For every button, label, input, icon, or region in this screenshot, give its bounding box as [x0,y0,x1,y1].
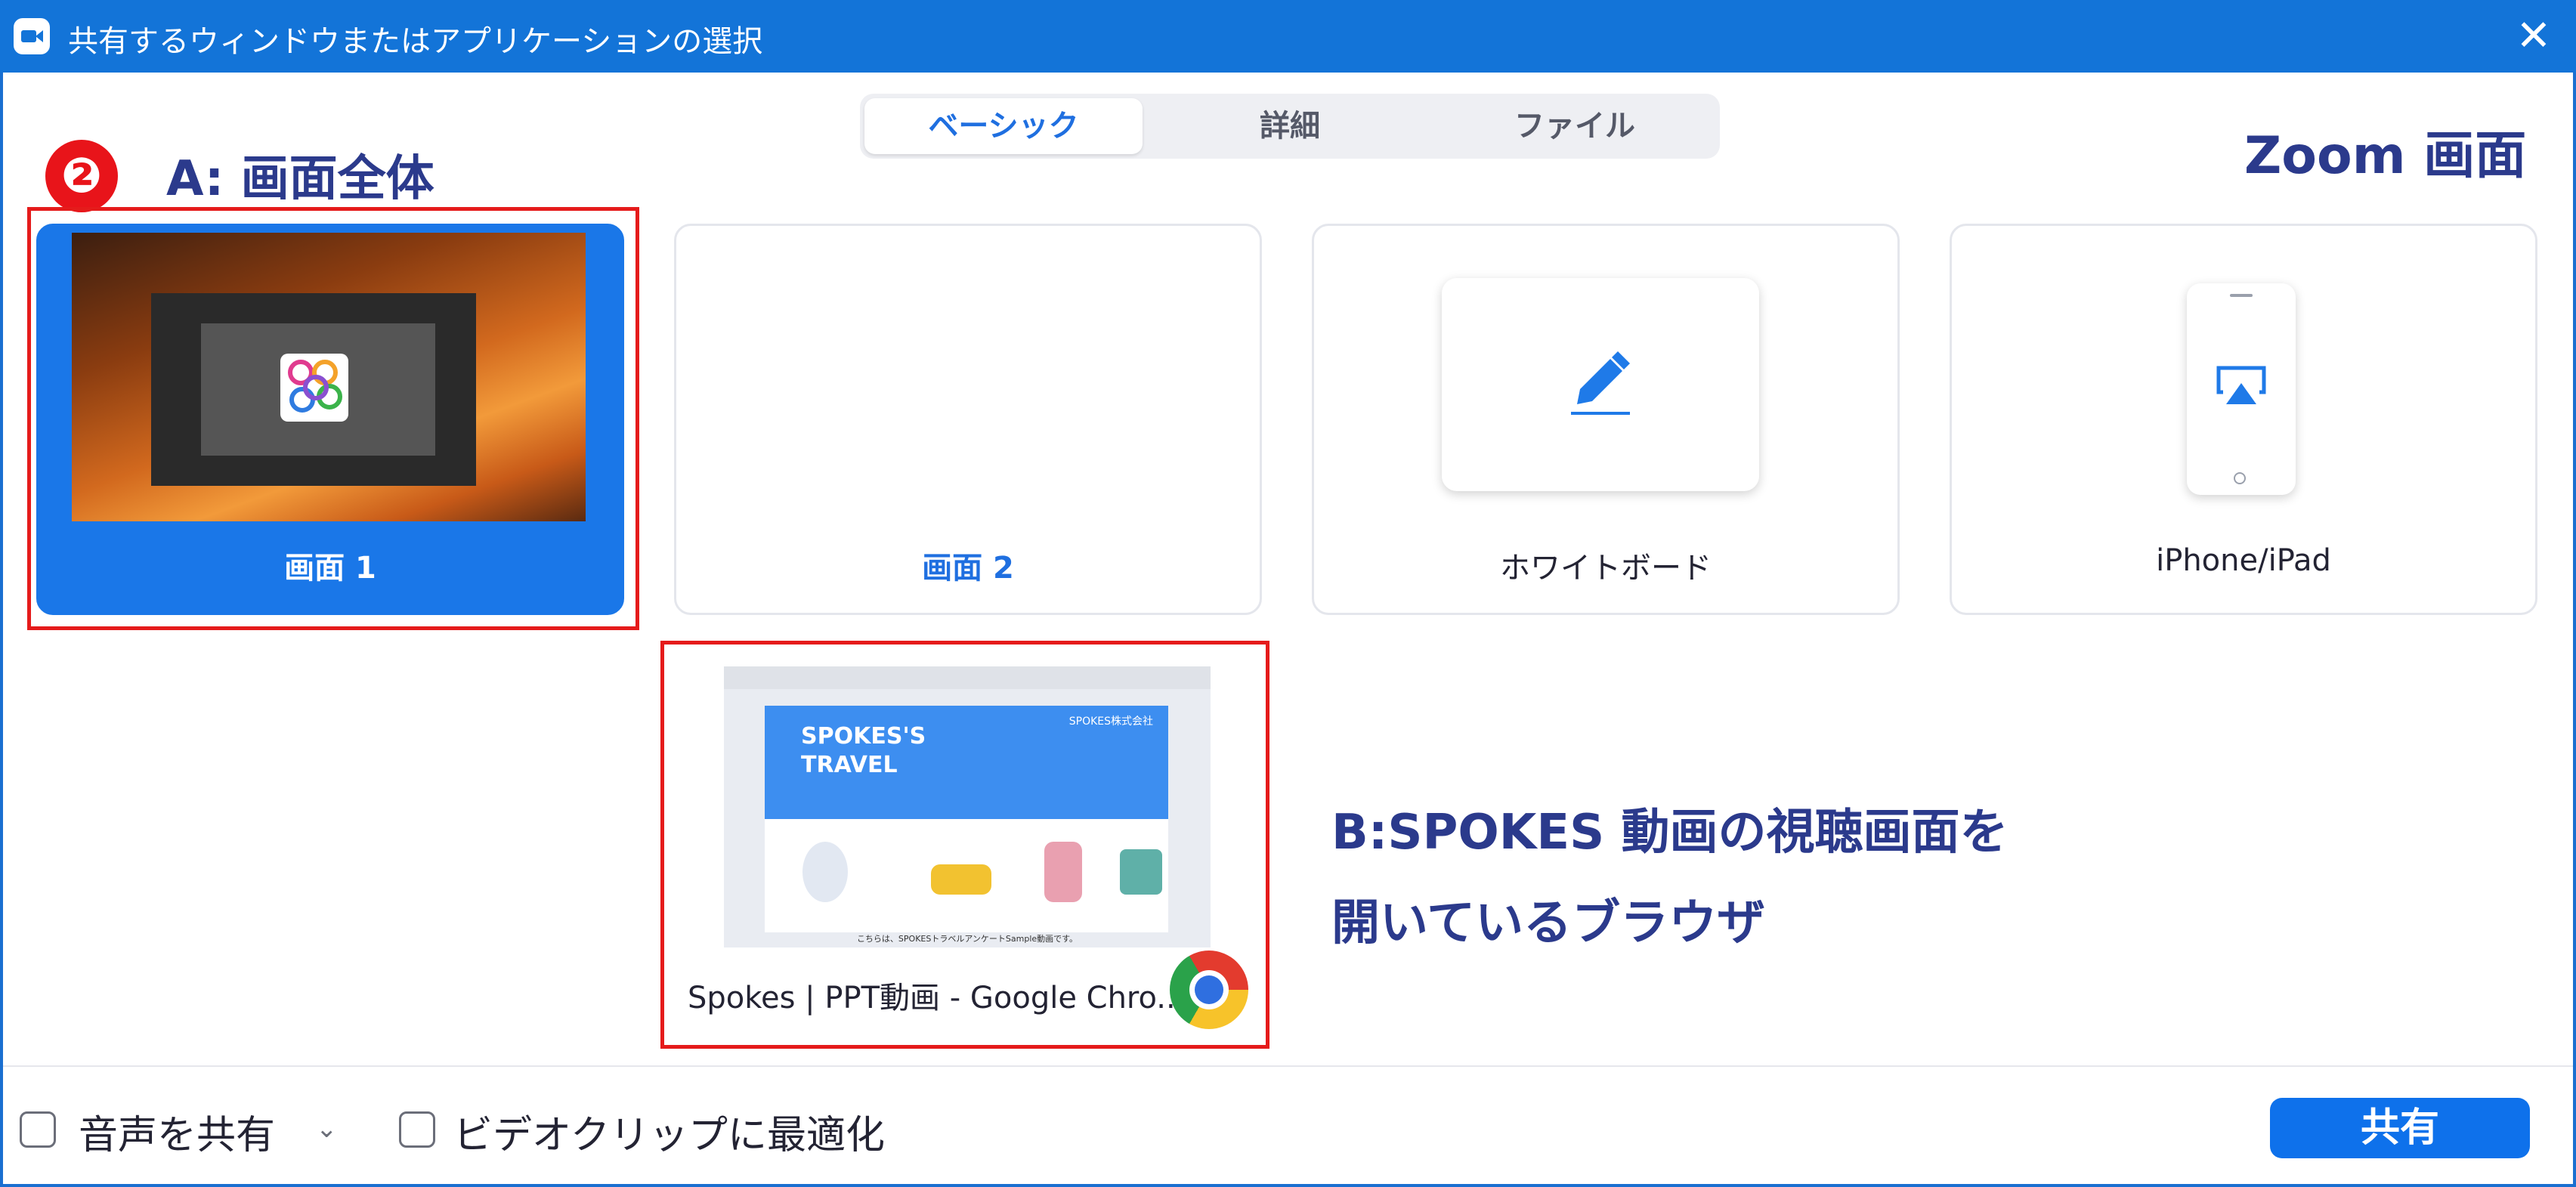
iphone-ipad-label: iPhone/iPad [2156,543,2331,578]
step-badge: ❷ [45,140,118,212]
audio-share-checkbox[interactable] [20,1111,56,1148]
pencil-icon [1571,351,1630,415]
screen-2-label: 画面 2 [922,551,1014,586]
tab-files[interactable]: ファイル [1434,98,1715,154]
window-title: 共有するウィンドウまたはアプリケーションの選択 [68,24,763,59]
whiteboard-label: ホワイトボード [1500,551,1712,586]
whiteboard-tile [1442,278,1759,491]
chrome-window-thumbnail: SPOKES'S TRAVEL SPOKES株式会社 こちらは、SPOKESトラ… [724,666,1211,947]
title-bar: 共有するウィンドウまたはアプリケーションの選択 ✕ [0,0,2576,73]
thumb-company: SPOKES株式会社 [1068,716,1153,728]
flower-logo-icon [280,354,348,422]
tab-bar: ベーシック 詳細 ファイル [860,94,1720,159]
footer-divider [3,1065,2573,1067]
airplay-icon [2216,366,2266,404]
annotation-b-line1: B:SPOKES 動画の視聴画面を [1331,805,2009,861]
screen-2-card[interactable]: 画面 2 [674,224,1262,615]
chrome-icon [1170,951,1248,1029]
tab-advanced[interactable]: 詳細 [1151,98,1429,154]
thumb-title-line1: SPOKES'S [801,723,926,750]
audio-options-chevron-icon[interactable]: ⌄ [316,1114,338,1144]
share-button[interactable]: 共有 [2270,1098,2530,1158]
audio-share-label: 音声を共有 [79,1113,276,1158]
video-optimize-checkbox[interactable] [399,1111,435,1148]
screen-1-label: 画面 1 [284,551,376,586]
close-button[interactable]: ✕ [2513,15,2555,57]
tab-basic[interactable]: ベーシック [864,98,1143,154]
annotation-b-line2: 開いているブラウザ [1331,895,1766,951]
annotation-zoom-label: Zoom 画面 [2244,126,2527,186]
phone-tile [2187,283,2296,495]
thumb-title-line2: TRAVEL [801,752,898,778]
video-optimize-label: ビデオクリップに最適化 [453,1113,885,1158]
screen-1-thumbnail [72,233,586,521]
zoom-app-icon [14,18,50,54]
annotation-a-label: A: 画面全体 [166,151,434,207]
thumb-caption: こちらは、SPOKESトラベルアンケートSample動画です。 [856,934,1078,944]
